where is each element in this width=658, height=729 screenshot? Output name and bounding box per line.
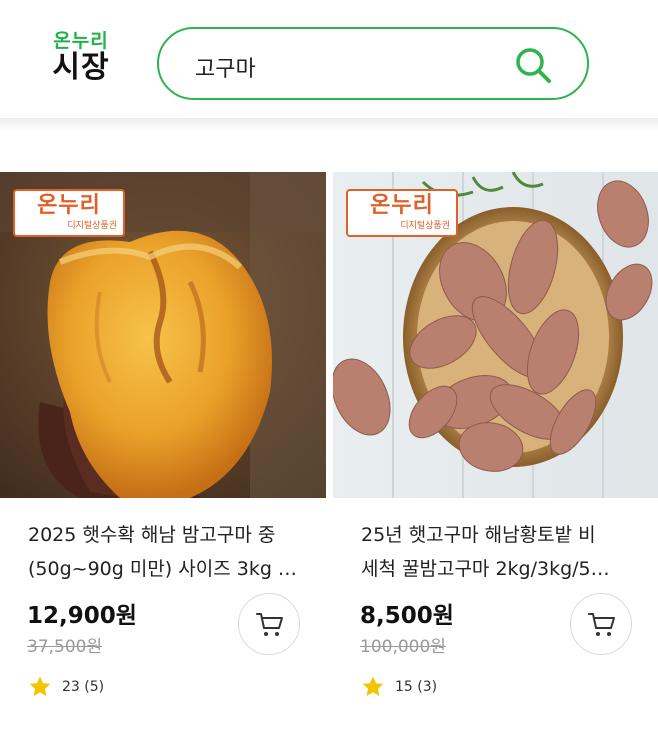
add-to-cart-button[interactable]: [238, 593, 300, 655]
logo-top-text: 온누리: [53, 30, 109, 52]
cart-icon: [588, 613, 615, 636]
product-original-price: 37,500원: [27, 637, 103, 657]
star-icon: [362, 676, 384, 696]
product-title-line2: 세척 꿀밤고구마 2kg/3kg/5…: [361, 558, 610, 580]
logo-bottom-text: 시장: [52, 50, 110, 85]
product-title-line1: 25년 햇고구마 해남황토밭 비: [361, 524, 596, 546]
onnuri-digital-voucher-badge: 온누리 디지털상품권: [13, 189, 125, 237]
product-image-sweet-potatoes-basket[interactable]: 온누리 디지털상품권: [333, 172, 658, 498]
rating-count-text: 23 (5): [62, 679, 105, 695]
product-title[interactable]: 2025 햇수확 해남 밤고구마 중 (50g~90g 미만) 사이즈 3kg …: [28, 518, 318, 586]
onnuri-market-logo[interactable]: 온누리 시장: [46, 30, 116, 90]
cart-icon: [256, 613, 283, 636]
product-title-line2: (50g~90g 미만) 사이즈 3kg …: [28, 558, 297, 580]
star-icon: [29, 676, 51, 696]
search-bar[interactable]: 고구마: [157, 27, 589, 100]
product-price: 12,900원: [27, 603, 137, 629]
badge-main-text: 온누리: [37, 193, 101, 218]
product-image-baked-sweet-potato[interactable]: 온누리 디지털상품권: [0, 172, 326, 498]
product-title-line1: 2025 햇수확 해남 밤고구마 중: [28, 524, 276, 546]
product-original-price: 100,000원: [360, 637, 446, 657]
onnuri-digital-voucher-badge: 온누리 디지털상품권: [346, 189, 458, 237]
header-divider: [0, 118, 658, 132]
product-title[interactable]: 25년 햇고구마 해남황토밭 비 세척 꿀밤고구마 2kg/3kg/5…: [361, 518, 651, 586]
header: 온누리 시장 고구마: [0, 0, 658, 122]
search-input[interactable]: 고구마: [195, 51, 256, 83]
add-to-cart-button[interactable]: [570, 593, 632, 655]
rating-count-text: 15 (3): [395, 679, 438, 695]
product-rating: 15 (3): [361, 674, 437, 700]
search-icon[interactable]: [513, 45, 553, 85]
product-price: 8,500원: [360, 603, 454, 629]
badge-sub-text: 디지털상품권: [400, 221, 450, 231]
product-rating: 23 (5): [28, 674, 104, 700]
badge-sub-text: 디지털상품권: [67, 221, 117, 231]
badge-main-text: 온누리: [370, 193, 434, 218]
